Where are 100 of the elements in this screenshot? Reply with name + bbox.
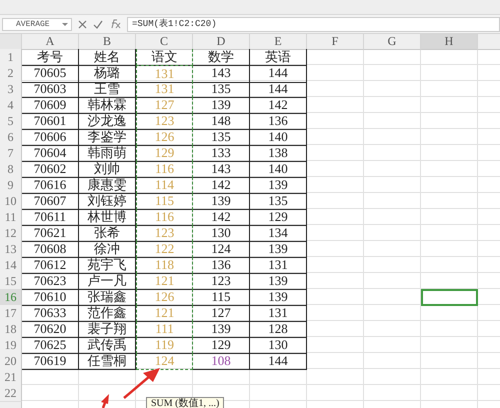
table-cell: 林世博 xyxy=(79,209,136,226)
table-cell: 70623 xyxy=(22,273,79,290)
column-header[interactable]: D xyxy=(193,34,250,50)
table-cell: 144 xyxy=(250,65,307,83)
table-cell: 139 xyxy=(250,177,307,194)
table-cell: 70602 xyxy=(22,161,79,178)
table-cell: 136 xyxy=(193,257,250,274)
column-header[interactable]: H xyxy=(421,34,478,50)
table-cell: 数学 xyxy=(193,49,250,66)
table-cell: 语文 xyxy=(136,49,193,66)
table-cell: 127 xyxy=(193,305,250,322)
table-cell: 70621 xyxy=(22,225,79,242)
table-cell: 70601 xyxy=(22,113,79,130)
table-cell: 134 xyxy=(250,225,307,242)
table-cell: 126 xyxy=(136,289,193,306)
table-cell: 123 xyxy=(193,273,250,290)
table-cell: 杨璐 xyxy=(79,65,136,83)
table-cell: 70606 xyxy=(22,129,79,146)
table-cell: 135 xyxy=(193,81,250,98)
table-cell: 129 xyxy=(193,337,250,354)
table-cell: 70625 xyxy=(22,337,79,354)
name-box[interactable]: AVERAGE xyxy=(2,18,72,30)
table-cell: 韩林霖 xyxy=(79,97,136,114)
table-cell: 70616 xyxy=(22,177,79,194)
row-header[interactable]: 22 xyxy=(0,385,22,402)
table-cell: 129 xyxy=(136,145,193,162)
table-cell: 139 xyxy=(250,289,307,306)
table-cell: 122 xyxy=(136,241,193,258)
cancel-icon[interactable] xyxy=(78,20,87,28)
table-cell: 123 xyxy=(136,225,193,242)
table-cell: 70633 xyxy=(22,305,79,322)
table-cell: 李鉴学 xyxy=(79,129,136,146)
table-cell: 143 xyxy=(193,161,250,178)
table-cell: 武传禹 xyxy=(79,337,136,354)
table-cell: 任雪桐 xyxy=(79,353,136,370)
table-cell: 苑宇飞 xyxy=(79,257,136,274)
table-cell: 裴子翔 xyxy=(79,321,136,338)
column-header[interactable]: G xyxy=(364,34,421,50)
table-cell: 133 xyxy=(193,145,250,162)
table-cell: 姓名 xyxy=(79,49,136,66)
table-cell: 131 xyxy=(136,65,193,83)
table-cell: 考号 xyxy=(22,49,79,66)
annotation-arrow xyxy=(123,368,160,399)
table-cell: 118 xyxy=(136,257,193,274)
table-cell: 139 xyxy=(193,97,250,114)
table-cell: 119 xyxy=(136,337,193,354)
table-cell: 142 xyxy=(193,209,250,226)
table-cell: 142 xyxy=(250,97,307,114)
table-cell: 70610 xyxy=(22,289,79,306)
table-cell: 142 xyxy=(193,177,250,194)
column-header[interactable]: C xyxy=(136,34,193,50)
confirm-icon[interactable] xyxy=(93,20,103,28)
table-cell: 70612 xyxy=(22,257,79,274)
table-cell: 135 xyxy=(193,129,250,146)
table-cell: 139 xyxy=(250,273,307,290)
row-header[interactable]: 16 xyxy=(0,289,22,306)
table-cell: 70604 xyxy=(22,145,79,162)
table-cell: 144 xyxy=(250,81,307,98)
table-cell: 123 xyxy=(136,113,193,130)
annotation-arrow xyxy=(101,394,109,408)
table-cell: 139 xyxy=(250,241,307,258)
name-box-text: AVERAGE xyxy=(16,20,50,28)
table-cell: 70605 xyxy=(22,65,79,83)
table-cell: 135 xyxy=(250,193,307,210)
column-header[interactable]: A xyxy=(22,34,79,50)
dropdown-caret-icon[interactable] xyxy=(62,22,68,26)
table-cell: 126 xyxy=(136,129,193,146)
table-cell: 139 xyxy=(193,193,250,210)
table-cell: 121 xyxy=(136,305,193,322)
table-cell: 136 xyxy=(250,113,307,130)
column-header[interactable]: E xyxy=(250,34,307,50)
column-header[interactable]: B xyxy=(79,34,136,50)
table-cell: 127 xyxy=(136,97,193,114)
function-tooltip: SUM (数值1, ...) xyxy=(146,397,224,408)
table-cell: 139 xyxy=(193,321,250,338)
table-cell: 124 xyxy=(193,241,250,258)
table-cell: 张希 xyxy=(79,225,136,242)
table-cell: 70620 xyxy=(22,321,79,338)
table-cell: 70609 xyxy=(22,97,79,114)
table-cell: 144 xyxy=(250,353,307,370)
table-cell: 徐冲 xyxy=(79,241,136,258)
selected-cell[interactable] xyxy=(421,289,478,306)
table-cell: 138 xyxy=(250,145,307,162)
table-cell: 70607 xyxy=(22,193,79,210)
formula-field[interactable]: =SUM(表1!C2:C20) xyxy=(127,16,500,32)
table-cell: 148 xyxy=(193,113,250,130)
function-icon[interactable] xyxy=(109,19,121,29)
table-cell: 115 xyxy=(136,193,193,210)
table-cell: 121 xyxy=(136,273,193,290)
table-cell: 131 xyxy=(136,81,193,98)
column-header[interactable]: F xyxy=(307,34,364,50)
table-cell: 刘帅 xyxy=(79,161,136,178)
table-cell: 116 xyxy=(136,161,193,178)
table-cell: 111 xyxy=(136,321,193,338)
table-cell: 张瑞鑫 xyxy=(79,289,136,306)
table-cell: 114 xyxy=(136,177,193,194)
table-cell: 140 xyxy=(250,161,307,178)
table-cell: 70619 xyxy=(22,353,79,370)
table-cell: 康惠雯 xyxy=(79,177,136,194)
table-cell: 108 xyxy=(193,353,250,370)
